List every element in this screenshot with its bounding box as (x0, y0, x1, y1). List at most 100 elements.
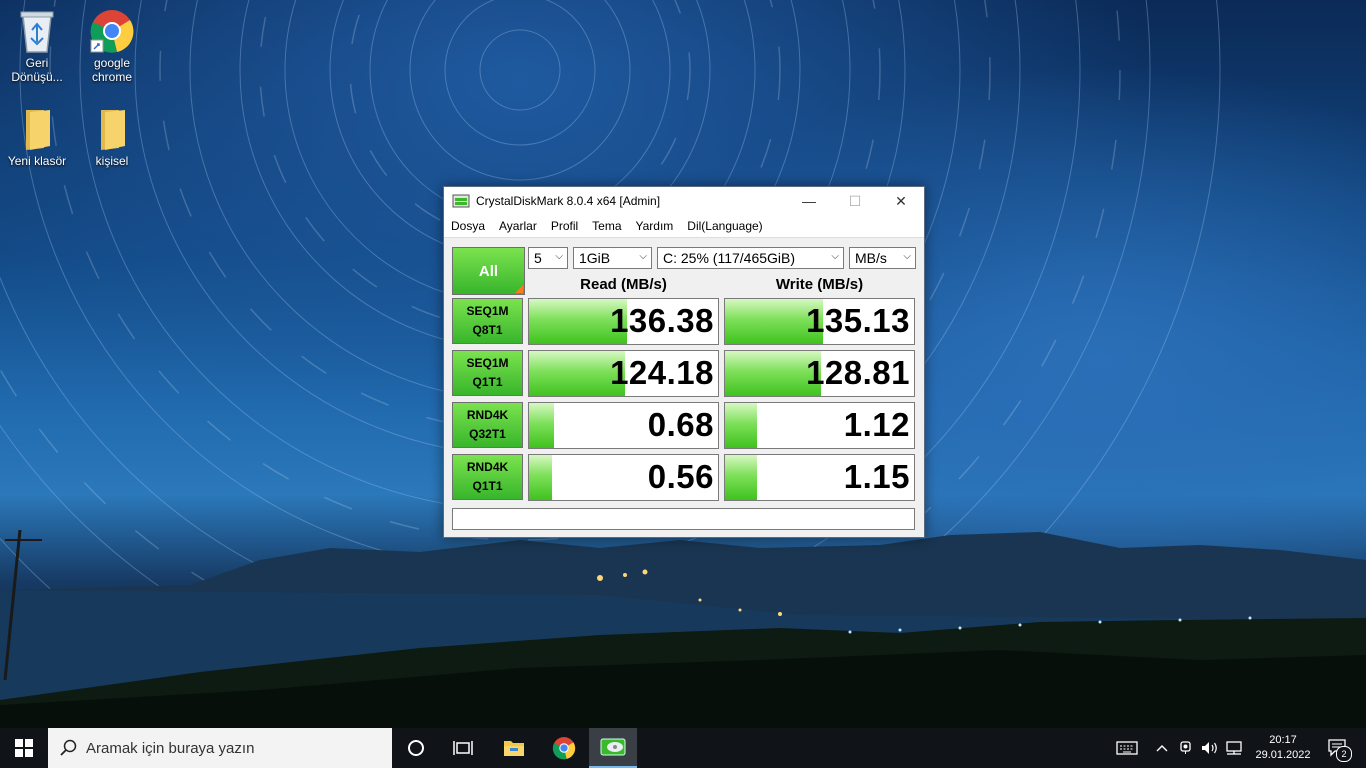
desktop-icon-label: kişisel (95, 154, 129, 168)
write-result-rnd4k-q1t1: 1.15 (724, 454, 915, 501)
folder-icon (26, 110, 50, 150)
task-view-icon (453, 741, 473, 755)
volume-button[interactable] (1199, 728, 1221, 768)
read-value: 124.18 (610, 354, 714, 391)
test-params: Q1T1 (472, 479, 503, 493)
menu-yardim[interactable]: Yardım (629, 219, 681, 233)
window-title: CrystalDiskMark 8.0.4 x64 [Admin] (476, 194, 661, 208)
test-name: RND4K (466, 408, 509, 422)
read-result-seq1m-q8t1: 136.38 (528, 298, 719, 345)
test-button-seq1m-q8t1[interactable]: SEQ1M Q8T1 (452, 298, 523, 344)
test-button-rnd4k-q32t1[interactable]: RND4K Q32T1 (452, 402, 523, 448)
write-value: 128.81 (806, 354, 910, 391)
run-all-button[interactable]: All (452, 247, 525, 295)
crystaldiskmark-icon (600, 738, 626, 756)
test-params: Q1T1 (472, 375, 503, 389)
ethernet-icon (1226, 741, 1242, 755)
write-value: 1.12 (843, 406, 910, 443)
desktop-icon-recycle-bin[interactable]: Geri Dönüşü... (1, 8, 73, 84)
unit-select[interactable]: MB/s ⌵ (849, 247, 916, 269)
test-button-rnd4k-q1t1[interactable]: RND4K Q1T1 (452, 454, 523, 500)
task-view-button[interactable] (440, 728, 486, 768)
desktop-icon-new-folder[interactable]: Yeni klasör (1, 108, 73, 168)
test-count-select[interactable]: 5 ⌵ (528, 247, 568, 269)
menu-ayarlar[interactable]: Ayarlar (492, 219, 544, 233)
test-size-value: 1GiB (579, 250, 611, 266)
folder-icon (101, 110, 125, 150)
chrome-icon (552, 737, 576, 760)
test-name: SEQ1M (466, 356, 509, 370)
read-result-rnd4k-q32t1: 0.68 (528, 402, 719, 449)
drive-select[interactable]: C: 25% (117/465GiB) ⌵ (657, 247, 844, 269)
maximize-button[interactable]: ☐ (832, 187, 878, 215)
chevron-down-icon: ⌵ (555, 251, 563, 262)
desktop-icon-personal-folder[interactable]: kişisel (76, 108, 148, 168)
write-progress-bar (725, 455, 758, 500)
file-explorer-icon (504, 741, 524, 756)
corner-marker (515, 285, 523, 293)
recycle-bin-icon (20, 11, 54, 53)
write-result-seq1m-q1t1: 128.81 (724, 350, 915, 397)
taskbar-search-box[interactable]: Aramak için buraya yazın (48, 728, 392, 768)
cortana-circle-icon (408, 740, 424, 756)
write-value: 1.15 (843, 458, 910, 495)
menu-language[interactable]: Dil(Language) (680, 219, 769, 233)
notification-count-badge: 2 (1336, 746, 1352, 762)
show-hidden-icons-button[interactable] (1152, 728, 1172, 768)
menu-tema[interactable]: Tema (585, 219, 628, 233)
meet-now-button[interactable] (1176, 728, 1198, 768)
write-result-rnd4k-q32t1: 1.12 (724, 402, 915, 449)
test-params: Q8T1 (472, 323, 503, 337)
clock-time: 20:17 (1269, 734, 1297, 746)
test-params: Q32T1 (469, 427, 506, 441)
desktop-icon-label: google chrome (91, 56, 132, 84)
test-name: RND4K (466, 460, 509, 474)
desktop-icon-label: Geri Dönüşü... (11, 56, 63, 84)
speaker-icon (1202, 742, 1217, 754)
read-column-header: Read (MB/s) (580, 276, 667, 293)
menu-profil[interactable]: Profil (544, 219, 585, 233)
windows-logo-icon (15, 739, 33, 757)
taskbar-crystaldiskmark[interactable] (589, 728, 637, 768)
close-button[interactable]: ✕ (878, 187, 924, 215)
crystaldiskmark-window: CrystalDiskMark 8.0.4 x64 [Admin] — ☐ ✕ … (443, 186, 925, 538)
write-value: 135.13 (806, 302, 910, 339)
chevron-down-icon: ⌵ (639, 251, 647, 262)
touch-keyboard-button[interactable] (1112, 728, 1142, 768)
comment-field[interactable] (452, 508, 915, 530)
test-size-select[interactable]: 1GiB ⌵ (573, 247, 652, 269)
start-button[interactable] (0, 728, 48, 768)
desktop-icon-chrome[interactable]: google chrome (76, 8, 148, 84)
taskbar: Aramak için buraya yazın 20:17 29.01.202… (0, 728, 1366, 768)
test-button-seq1m-q1t1[interactable]: SEQ1M Q1T1 (452, 350, 523, 396)
write-result-seq1m-q8t1: 135.13 (724, 298, 915, 345)
chevron-down-icon: ⌵ (831, 251, 839, 262)
search-placeholder: Aramak için buraya yazın (86, 739, 255, 757)
read-progress-bar (529, 403, 554, 448)
keyboard-icon (1116, 741, 1138, 755)
taskbar-chrome[interactable] (541, 728, 587, 768)
taskbar-file-explorer[interactable] (491, 728, 537, 768)
cortana-button[interactable] (393, 728, 439, 768)
drive-value: C: 25% (117/465GiB) (663, 250, 796, 266)
read-result-rnd4k-q1t1: 0.56 (528, 454, 719, 501)
menu-bar: Dosya Ayarlar Profil Tema Yardım Dil(Lan… (444, 215, 924, 238)
title-bar[interactable]: CrystalDiskMark 8.0.4 x64 [Admin] — ☐ ✕ (444, 187, 924, 215)
chevron-down-icon: ⌵ (903, 251, 911, 262)
network-button[interactable] (1223, 728, 1245, 768)
clock-button[interactable]: 20:17 29.01.2022 (1250, 728, 1316, 768)
webcam-icon (1180, 741, 1191, 754)
minimize-button[interactable]: — (786, 187, 832, 215)
clock-date: 29.01.2022 (1255, 749, 1311, 761)
write-progress-bar (725, 403, 758, 448)
menu-dosya[interactable]: Dosya (444, 219, 492, 233)
read-result-seq1m-q1t1: 124.18 (528, 350, 719, 397)
write-column-header: Write (MB/s) (775, 276, 864, 293)
test-name: SEQ1M (466, 304, 509, 318)
chrome-icon (90, 10, 134, 53)
chevron-up-icon (1156, 745, 1168, 752)
read-value: 136.38 (610, 302, 714, 339)
notification-center-button[interactable]: 2 (1318, 728, 1358, 768)
read-value: 0.56 (647, 458, 714, 495)
benchmark-panel: All 5 ⌵ 1GiB ⌵ C: 25% (117/465GiB) ⌵ MB/… (444, 238, 924, 537)
